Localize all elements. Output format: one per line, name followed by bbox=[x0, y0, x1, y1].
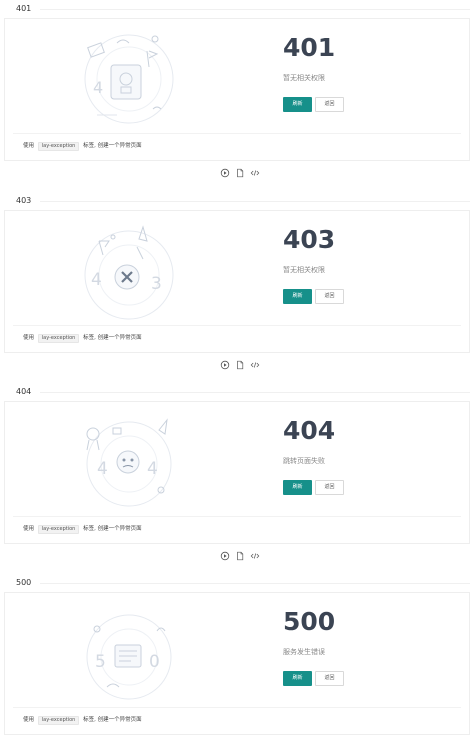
svg-text:5: 5 bbox=[95, 652, 106, 672]
document-icon[interactable] bbox=[235, 168, 245, 178]
exception-description: 服务发生错误 bbox=[283, 648, 325, 656]
svg-text:3: 3 bbox=[151, 274, 162, 294]
code-icon[interactable] bbox=[250, 551, 260, 561]
section-title: 404 bbox=[16, 387, 32, 396]
exception-description: 暂无相关权限 bbox=[283, 266, 325, 274]
tip-tag: lay-exception bbox=[37, 525, 80, 534]
usage-tip: 使用 lay-exception 标签, 创建一个异常页面 bbox=[23, 716, 142, 725]
demo-toolbar bbox=[218, 360, 266, 370]
back-button[interactable]: 返回 bbox=[315, 289, 344, 304]
play-icon[interactable] bbox=[220, 360, 230, 370]
section-divider bbox=[40, 392, 470, 393]
exception-description: 跳转页面失败 bbox=[283, 457, 325, 465]
card-divider bbox=[13, 516, 461, 517]
exception-401-illustration: 4 bbox=[84, 34, 174, 124]
exception-404-illustration: 4 4 bbox=[86, 418, 172, 507]
section-title: 401 bbox=[16, 4, 32, 13]
exception-description: 暂无相关权限 bbox=[283, 74, 325, 82]
refresh-button[interactable]: 刷新 bbox=[283, 671, 312, 686]
exception-code: 404 bbox=[283, 416, 336, 445]
play-icon[interactable] bbox=[220, 168, 230, 178]
exception-code: 401 bbox=[283, 33, 336, 62]
refresh-button[interactable]: 刷新 bbox=[283, 480, 312, 495]
tip-tag: lay-exception bbox=[37, 716, 80, 725]
exception-500-illustration: 5 0 bbox=[86, 614, 172, 700]
document-icon[interactable] bbox=[235, 551, 245, 561]
card-divider bbox=[13, 707, 461, 708]
section-divider bbox=[40, 201, 470, 202]
tip-suffix: 标签, 创建一个异常页面 bbox=[83, 717, 142, 723]
code-icon[interactable] bbox=[250, 168, 260, 178]
document-icon[interactable] bbox=[235, 360, 245, 370]
demo-toolbar bbox=[218, 168, 266, 178]
section-title: 500 bbox=[16, 578, 32, 587]
exception-code: 403 bbox=[283, 225, 336, 254]
usage-tip: 使用 lay-exception 标签, 创建一个异常页面 bbox=[23, 334, 142, 343]
refresh-button[interactable]: 刷新 bbox=[283, 289, 312, 304]
svg-text:4: 4 bbox=[91, 270, 102, 290]
back-button[interactable]: 返回 bbox=[315, 480, 344, 495]
tip-tag: lay-exception bbox=[37, 334, 80, 343]
tip-suffix: 标签, 创建一个异常页面 bbox=[83, 143, 142, 149]
section-divider bbox=[40, 9, 470, 10]
card-divider bbox=[13, 133, 461, 134]
usage-tip: 使用 lay-exception 标签, 创建一个异常页面 bbox=[23, 142, 142, 151]
tip-prefix: 使用 bbox=[23, 717, 35, 723]
svg-text:4: 4 bbox=[147, 459, 158, 479]
tip-suffix: 标签, 创建一个异常页面 bbox=[83, 335, 142, 341]
tip-prefix: 使用 bbox=[23, 143, 35, 149]
play-icon[interactable] bbox=[220, 551, 230, 561]
svg-text:0: 0 bbox=[149, 652, 160, 672]
exception-card: 5 0 500 服务发生错误 刷新 返回 使用 lay-exception 标签… bbox=[4, 592, 470, 735]
tip-prefix: 使用 bbox=[23, 335, 35, 341]
exception-card: 4 401 暂无相关权限 刷新 返回 使用 lay-exception 标签, … bbox=[4, 18, 470, 161]
exception-403-illustration: 4 3 bbox=[84, 225, 174, 320]
exception-card: 4 3 403 暂无相关权限 刷新 返回 使用 lay-exception 标签… bbox=[4, 210, 470, 353]
usage-tip: 使用 lay-exception 标签, 创建一个异常页面 bbox=[23, 525, 142, 534]
demo-toolbar bbox=[218, 551, 266, 561]
exception-code: 500 bbox=[283, 607, 336, 636]
tip-suffix: 标签, 创建一个异常页面 bbox=[83, 526, 142, 532]
svg-text:4: 4 bbox=[93, 78, 103, 97]
card-divider bbox=[13, 325, 461, 326]
tip-prefix: 使用 bbox=[23, 526, 35, 532]
refresh-button[interactable]: 刷新 bbox=[283, 97, 312, 112]
back-button[interactable]: 返回 bbox=[315, 671, 344, 686]
section-title: 403 bbox=[16, 196, 32, 205]
svg-text:4: 4 bbox=[97, 459, 108, 479]
back-button[interactable]: 返回 bbox=[315, 97, 344, 112]
tip-tag: lay-exception bbox=[37, 142, 80, 151]
code-icon[interactable] bbox=[250, 360, 260, 370]
exception-card: 4 4 404 跳转页面失败 刷新 返回 使用 lay-exception 标签… bbox=[4, 401, 470, 544]
section-divider bbox=[40, 583, 470, 584]
